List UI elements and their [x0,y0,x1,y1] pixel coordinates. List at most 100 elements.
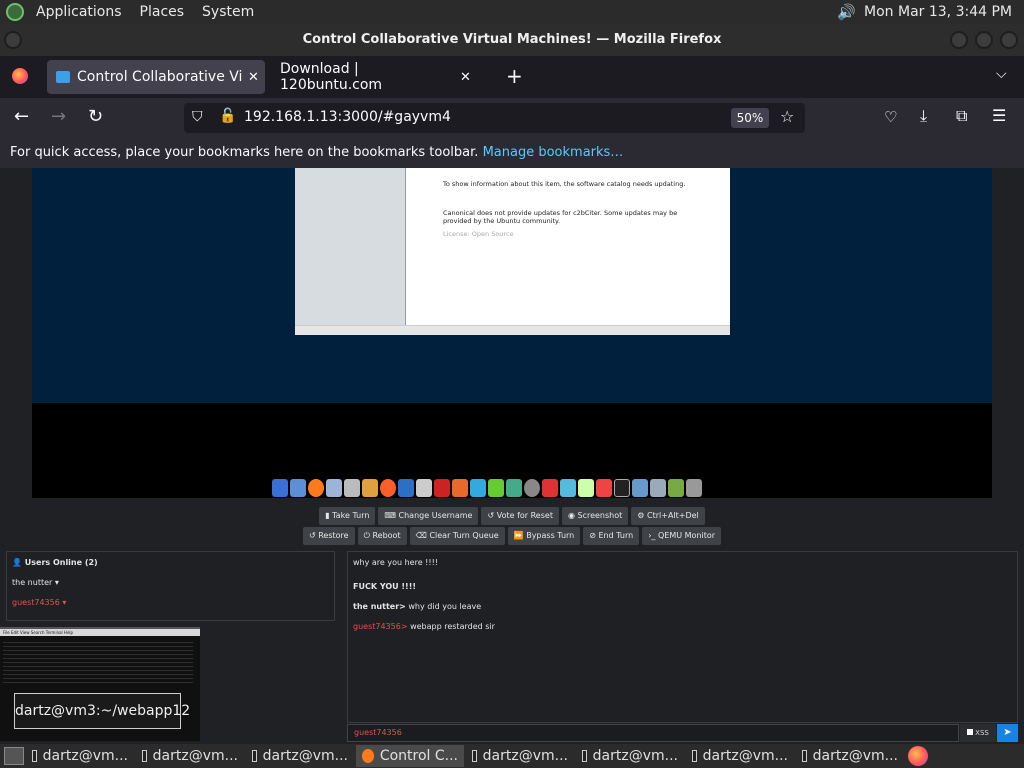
dock-star-icon[interactable] [416,479,432,497]
back-icon[interactable]: ← [14,106,29,127]
vm-license-text: License: Open Source [443,230,514,238]
taskbar-item[interactable]: dartz@vm... [796,745,904,767]
vm-desktop[interactable]: To show information about this item, the… [32,168,992,403]
system-menu[interactable]: System [200,4,256,20]
dock-apps-icon[interactable] [290,479,306,497]
close-tab-icon[interactable]: ✕ [248,70,259,85]
ctrl-alt-del-button[interactable]: ⚙ Ctrl+Alt+Del [631,507,705,525]
dock-settings-icon[interactable] [560,479,576,497]
vm-dock[interactable] [272,471,752,497]
change-username-button[interactable]: ⌨ Change Username [378,507,479,525]
taskbar-item[interactable]: dartz@vm... [466,745,574,767]
firefox-menu-icon[interactable] [12,68,28,84]
taskbar-item[interactable]: dartz@vm... [136,745,244,767]
shield-icon[interactable]: ⛉ [192,109,203,125]
dock-monitor-icon[interactable] [506,479,522,497]
vote-reset-button[interactable]: ↺ Vote for Reset [481,507,559,525]
minimize-button[interactable] [950,31,968,49]
terminal-icon [252,750,257,762]
taskbar-item[interactable]: dartz@vm... [26,745,134,767]
screenshot-button[interactable]: ◉ Screenshot [561,507,629,525]
chat-panel: why are you here !!!! FUCK YOU !!!! the … [347,551,1018,723]
dock-music-icon[interactable] [380,479,396,497]
url-bar[interactable]: ⛉ 🔓 192.168.1.13:3000/#gayvm4 50% ☆ [184,103,805,133]
reload-icon[interactable]: ↻ [88,106,103,127]
forward-icon[interactable]: → [51,106,66,127]
terminal-window-thumbnail[interactable]: File Edit View Search Terminal Help dart… [0,627,200,741]
applications-menu[interactable]: Applications [34,4,124,20]
vm-controls-row-1: ▮ Take Turn ⌨ Change Username ↺ Vote for… [0,507,1024,525]
dock-system-icon[interactable] [650,479,666,497]
downloads-icon[interactable]: ⤓ [920,106,927,126]
dock-tool-icon[interactable] [344,479,360,497]
dock-finder-icon[interactable] [272,479,288,497]
volume-icon[interactable]: 🔊 [837,3,856,21]
dock-chat-icon[interactable] [632,479,648,497]
gnome-foot-icon[interactable] [6,3,24,21]
restore-button[interactable]: ↺ Restore [302,527,355,545]
thumbnail-title: dartz@vm3:~/webapp12 [14,693,190,729]
maximize-button[interactable] [975,31,993,49]
taskbar-item[interactable]: dartz@vm... [246,745,354,767]
dock-u-icon[interactable] [470,479,486,497]
dock-photos-icon[interactable] [362,479,378,497]
dock-p-icon[interactable] [452,479,468,497]
manage-bookmarks-link[interactable]: Manage bookmarks… [483,145,624,160]
dock-trash-icon[interactable] [686,479,702,497]
hamburger-menu-icon[interactable]: ☰ [992,106,1006,125]
send-button[interactable]: ➤ [997,724,1018,742]
user-entry[interactable]: the nutter ▾ [12,578,59,587]
close-tab-icon[interactable]: ✕ [460,70,471,85]
taskbar-item-firefox[interactable]: Control C... [356,745,464,767]
vm-display[interactable]: To show information about this item, the… [32,168,992,498]
list-tabs-chevron-icon[interactable]: ⌵ [996,66,1007,82]
new-tab-icon[interactable]: + [506,64,523,88]
dock-editor-icon[interactable] [326,479,342,497]
take-turn-button[interactable]: ▮ Take Turn [319,507,376,525]
firefox-launcher-icon[interactable] [908,746,928,766]
extensions-icon[interactable]: ⧉ [956,106,967,126]
users-heading: 👤 Users Online (2) [12,558,98,567]
url-text[interactable]: 192.168.1.13:3000/#gayvm4 [244,109,451,125]
xss-checkbox[interactable] [967,729,974,735]
places-menu[interactable]: Places [138,4,187,20]
end-turn-button[interactable]: ⊘ End Turn [583,527,640,545]
taskbar-item[interactable]: dartz@vm... [576,745,684,767]
dock-firefox-icon[interactable] [308,479,324,497]
terminal-icon [472,750,477,762]
user-entry[interactable]: guest74356 ▾ [12,598,66,607]
dock-globe-icon[interactable] [524,479,540,497]
firefox-icon [362,749,374,763]
zoom-badge[interactable]: 50% [731,108,769,128]
pocket-icon[interactable]: ♡ [884,108,897,126]
qemu-monitor-button[interactable]: ›_ QEMU Monitor [642,527,722,545]
chat-input-username: guest74356 [354,728,402,737]
close-window-button[interactable] [1000,31,1018,49]
tab-control-vm[interactable]: Control Collaborative Virtua ✕ [47,60,265,94]
tab-download[interactable]: Download | 120buntu.com ✕ [270,60,490,94]
user-icon: 👤 [12,558,22,567]
clock[interactable]: Mon Mar 13, 3:44 PM [864,4,1012,20]
monitor-icon [56,71,70,83]
chat-input[interactable]: guest74356 [347,724,959,742]
send-icon: ➤ [1003,727,1012,738]
show-desktop-icon[interactable] [4,747,24,765]
taskbar-item[interactable]: dartz@vm... [686,745,794,767]
dock-package-icon[interactable] [578,479,594,497]
window-titlebar[interactable]: Control Collaborative Virtual Machines! … [0,24,1024,56]
dock-network-icon[interactable] [542,479,558,497]
dock-terminal-icon[interactable] [614,479,630,497]
reboot-button[interactable]: ⏻ Reboot [357,527,407,545]
xss-toggle[interactable]: XSS [960,724,996,742]
bypass-turn-button[interactable]: ⏩ Bypass Turn [507,527,581,545]
insecure-lock-icon[interactable]: 🔓 [219,108,236,124]
dock-red-app-icon[interactable] [434,479,450,497]
dock-video-icon[interactable] [398,479,414,497]
vm-software-window[interactable]: To show information about this item, the… [295,168,730,335]
bookmark-star-icon[interactable]: ☆ [780,107,794,126]
clear-turn-queue-button[interactable]: ⌫ Clear Turn Queue [409,527,505,545]
dock-archive-icon[interactable] [668,479,684,497]
dock-green-icon[interactable] [488,479,504,497]
window-menu-button[interactable] [4,31,22,49]
dock-pdf-icon[interactable] [596,479,612,497]
